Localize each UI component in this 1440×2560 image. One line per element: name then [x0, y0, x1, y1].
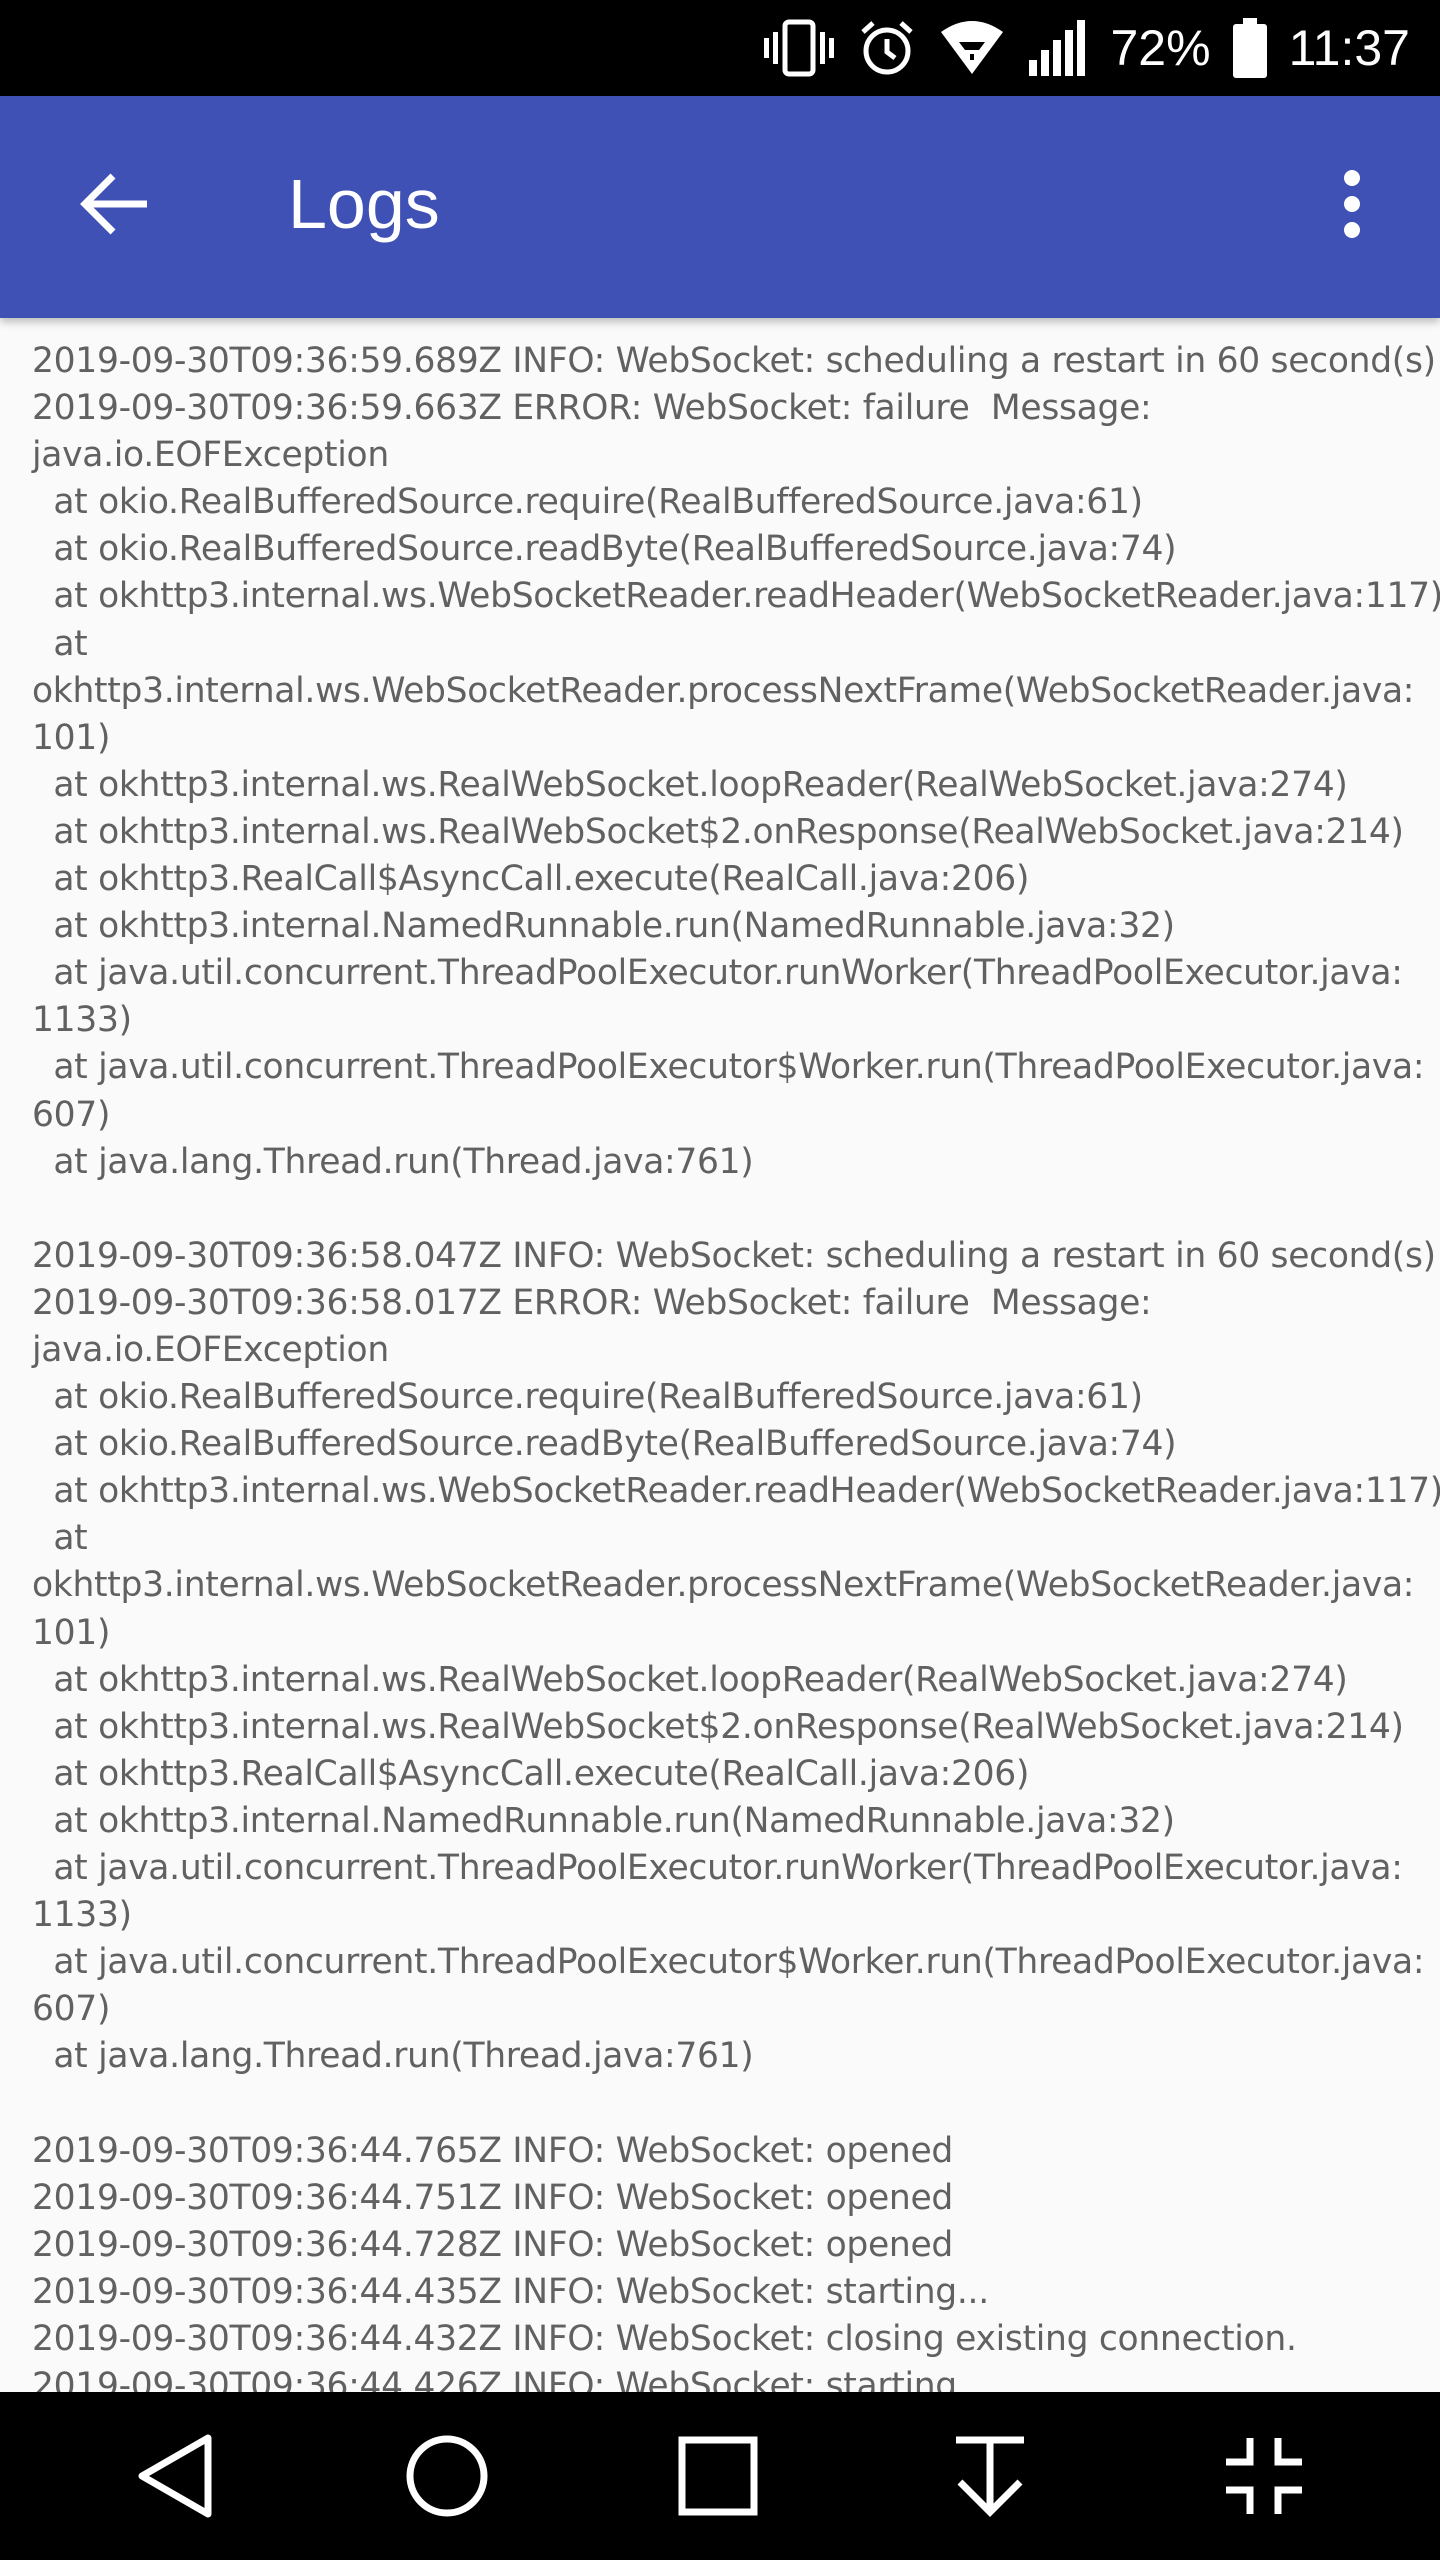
arrow-back-icon	[80, 173, 147, 235]
log-scroll-area[interactable]: 2019-09-30T09:36:59.689Z INFO: WebSocket…	[0, 318, 1440, 2392]
signal-icon	[1027, 20, 1089, 76]
log-text: 2019-09-30T09:36:59.689Z INFO: WebSocket…	[32, 341, 1440, 2392]
nav-home-button[interactable]	[397, 2426, 497, 2526]
alarm-icon	[857, 18, 917, 78]
nav-home-icon	[406, 2435, 488, 2517]
nav-back-icon	[138, 2434, 212, 2518]
collapse-icon	[1226, 2438, 1302, 2514]
battery-percent: 72%	[1110, 20, 1211, 76]
scroll-to-bottom-button[interactable]	[940, 2426, 1040, 2526]
more-vert-icon	[1344, 170, 1360, 238]
collapse-button[interactable]	[1214, 2426, 1314, 2526]
nav-back-button[interactable]	[126, 2426, 226, 2526]
vibrate-icon	[763, 18, 835, 78]
clock: 11:37	[1288, 20, 1410, 76]
battery-icon	[1232, 18, 1267, 78]
back-button[interactable]	[60, 154, 170, 254]
status-bar: 72% 11:37	[0, 0, 1440, 96]
page-title: Logs	[288, 165, 440, 243]
nav-recents-icon	[678, 2436, 758, 2516]
nav-recents-button[interactable]	[668, 2426, 768, 2526]
app-bar: Logs	[0, 96, 1440, 318]
overflow-menu-button[interactable]	[1300, 154, 1404, 254]
navigation-bar	[0, 2392, 1440, 2560]
wifi-icon	[939, 20, 1005, 76]
scroll-to-bottom-icon	[956, 2436, 1024, 2517]
